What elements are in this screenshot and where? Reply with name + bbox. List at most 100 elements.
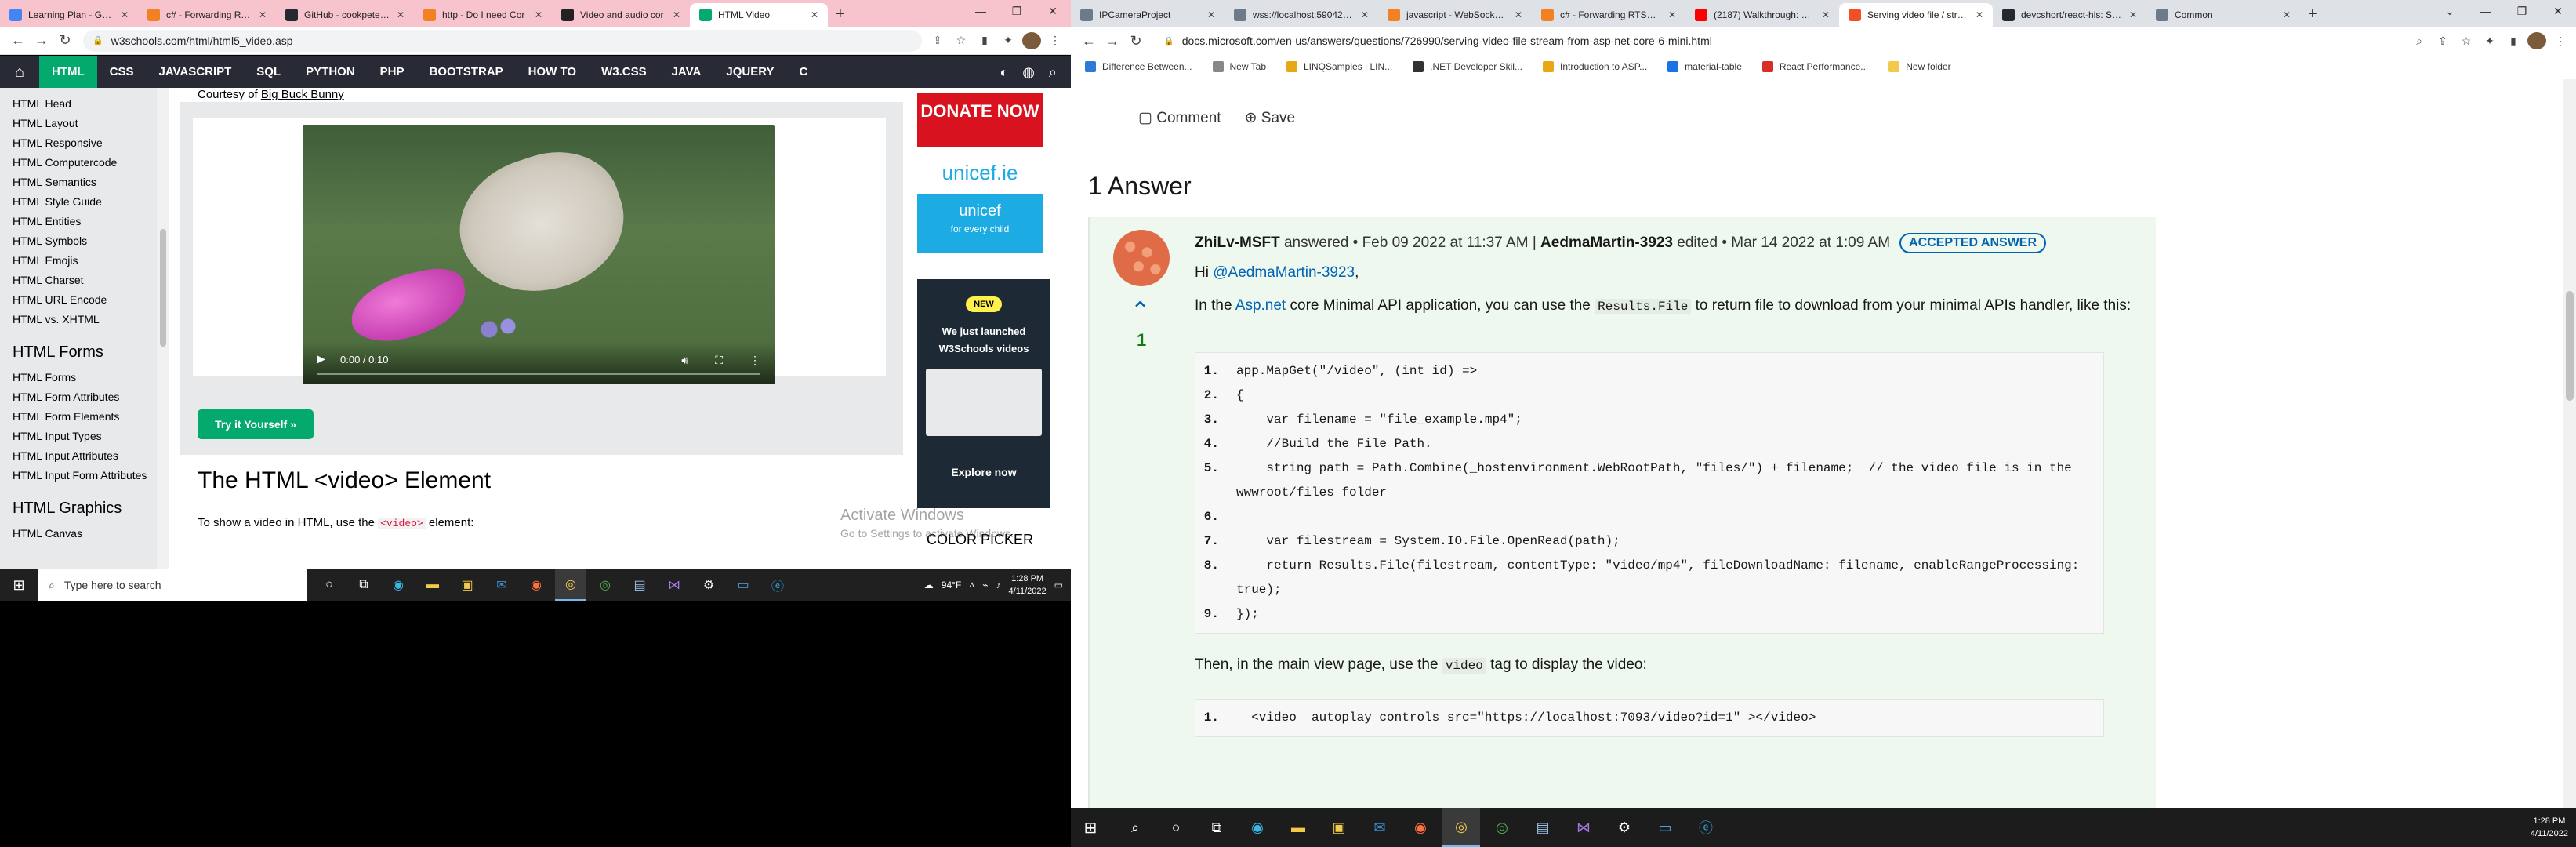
left-address-bar[interactable]: 🔒 w3schools.com/html/html5_video.asp bbox=[83, 29, 922, 52]
nav-item[interactable]: W3.CSS bbox=[589, 56, 659, 88]
sidebar-link[interactable]: HTML vs. XHTML bbox=[13, 310, 157, 329]
network-icon[interactable]: ⌁ bbox=[982, 580, 988, 591]
right-address-bar[interactable]: 🔒 docs.microsoft.com/en-us/answers/quest… bbox=[1154, 30, 2404, 52]
browser-tab[interactable]: Common ✕ bbox=[2146, 3, 2300, 27]
file-explorer-icon[interactable]: ▬ bbox=[1279, 808, 1317, 847]
back-icon[interactable]: ← bbox=[1077, 33, 1101, 49]
search-icon[interactable]: ⌕ bbox=[1049, 64, 1057, 81]
scrollbar-thumb[interactable] bbox=[160, 229, 166, 347]
page-scrollbar[interactable] bbox=[2563, 79, 2576, 808]
home-icon[interactable]: ⌂ bbox=[0, 64, 39, 82]
chrome-icon[interactable]: ◎ bbox=[555, 569, 586, 601]
browser-tab[interactable]: GitHub - cookpete/re ✕ bbox=[276, 3, 414, 27]
settings-icon[interactable]: ⚙ bbox=[1605, 808, 1643, 847]
star-icon[interactable]: ☆ bbox=[2457, 35, 2476, 48]
extensions-icon[interactable]: ✦ bbox=[2480, 35, 2499, 48]
tab-close-icon[interactable]: ✕ bbox=[397, 9, 405, 20]
browser-tab[interactable]: c# - Forwarding RTSP ✕ bbox=[138, 3, 276, 27]
close-window-icon[interactable]: ✕ bbox=[2540, 0, 2576, 24]
sidebar-link[interactable]: HTML Input Form Attributes bbox=[13, 466, 157, 485]
sidebar-link[interactable]: HTML Style Guide bbox=[13, 192, 157, 212]
nav-item[interactable]: HOW TO bbox=[516, 56, 589, 88]
forward-icon[interactable]: → bbox=[30, 32, 53, 49]
search-icon[interactable]: ⌕ bbox=[1116, 808, 1154, 847]
unicef-banner[interactable]: unicef for every child bbox=[917, 194, 1043, 253]
edge-icon[interactable]: ◉ bbox=[1239, 808, 1276, 847]
chrome-alt-icon[interactable]: ◎ bbox=[1483, 808, 1521, 847]
nav-item[interactable]: PYTHON bbox=[293, 56, 368, 88]
bookmark-item[interactable]: Difference Between... bbox=[1085, 60, 1192, 72]
sidebar-link[interactable]: HTML Responsive bbox=[13, 133, 157, 153]
minimize-icon[interactable]: — bbox=[963, 0, 999, 24]
sidebar-scrollbar[interactable] bbox=[157, 88, 169, 571]
save-button[interactable]: ⊕ Save bbox=[1245, 109, 1296, 127]
sidebar-link[interactable]: HTML Forms bbox=[13, 368, 157, 387]
tab-close-icon[interactable]: ✕ bbox=[121, 9, 129, 20]
w3-video-ad[interactable]: NEW We just launched W3Schools videos Ex… bbox=[917, 279, 1050, 508]
menu-icon[interactable]: ⋮ bbox=[2551, 35, 2570, 48]
tab-close-icon[interactable]: ✕ bbox=[1668, 9, 1676, 20]
sidebar-link[interactable]: HTML URL Encode bbox=[13, 290, 157, 310]
volume-tray-icon[interactable]: ♪ bbox=[996, 580, 1001, 591]
weather-temp[interactable]: 94°F bbox=[942, 580, 961, 591]
share-icon[interactable]: ⇪ bbox=[928, 34, 947, 47]
forward-icon[interactable]: → bbox=[1101, 33, 1124, 49]
reload-icon[interactable]: ↻ bbox=[53, 32, 77, 49]
globe-icon[interactable]: ◍ bbox=[1022, 64, 1035, 81]
donate-banner[interactable]: DONATE NOW bbox=[917, 93, 1043, 147]
windows-start-icon[interactable]: ⊞ bbox=[0, 577, 38, 594]
edge-icon[interactable]: ◉ bbox=[383, 569, 414, 601]
volume-icon[interactable]: 🔊︎ bbox=[681, 354, 688, 367]
nav-item[interactable]: JQUERY bbox=[713, 56, 786, 88]
upvote-icon[interactable]: ⌃ bbox=[1130, 297, 1150, 325]
unicef-logo[interactable]: unicef.ie bbox=[917, 157, 1043, 188]
fullscreen-icon[interactable]: ⛶ bbox=[715, 354, 723, 367]
scrollbar-thumb[interactable] bbox=[2566, 291, 2574, 401]
bookmark-item[interactable]: .NET Developer Skil... bbox=[1413, 60, 1522, 72]
notepad-icon[interactable]: ▤ bbox=[1524, 808, 1562, 847]
sidebar-link[interactable]: HTML Form Elements bbox=[13, 407, 157, 427]
notifications-icon[interactable]: ▭ bbox=[1054, 580, 1063, 591]
bookmark-item[interactable]: Introduction to ASP... bbox=[1542, 60, 1647, 72]
play-icon[interactable]: ▶ bbox=[317, 352, 325, 365]
visual-studio-icon[interactable]: ⋈ bbox=[659, 569, 690, 601]
sidebar-link[interactable]: HTML Computercode bbox=[13, 153, 157, 173]
sidebar-link[interactable]: HTML Head bbox=[13, 94, 157, 114]
nav-item[interactable]: C bbox=[787, 56, 821, 88]
nav-item[interactable]: CSS bbox=[97, 56, 147, 88]
zoom-icon[interactable]: ⌕ bbox=[2410, 35, 2429, 48]
task-view-icon[interactable]: ⧉ bbox=[348, 569, 379, 601]
profile-avatar[interactable] bbox=[2527, 32, 2546, 49]
windows-start-icon[interactable]: ⊞ bbox=[1071, 818, 1110, 838]
browser-tab[interactable]: javascript - WebSocket co ✕ bbox=[1378, 3, 1532, 27]
weather-icon[interactable]: ☁ bbox=[924, 580, 934, 591]
cortana-icon[interactable]: ○ bbox=[314, 569, 345, 601]
tab-close-icon[interactable]: ✕ bbox=[259, 9, 267, 20]
task-view-icon[interactable]: ⧉ bbox=[1198, 808, 1235, 847]
firefox-icon[interactable]: ◉ bbox=[1402, 808, 1439, 847]
mail-icon[interactable]: ✉ bbox=[1361, 808, 1399, 847]
tab-close-icon[interactable]: ✕ bbox=[673, 9, 680, 20]
browser-tab[interactable]: Serving video file / stream ✕ bbox=[1839, 3, 1993, 27]
profile-avatar[interactable] bbox=[1022, 31, 1041, 49]
back-icon[interactable]: ← bbox=[6, 32, 30, 49]
comment-button[interactable]: ▢ Comment bbox=[1138, 109, 1221, 127]
nav-item[interactable]: HTML bbox=[39, 56, 97, 88]
share-icon[interactable]: ⇪ bbox=[2433, 35, 2452, 48]
bookmark-item[interactable]: LINQSamples | LIN... bbox=[1286, 60, 1392, 72]
tab-close-icon[interactable]: ✕ bbox=[1976, 9, 1983, 20]
ie-icon[interactable]: ⓔ bbox=[1687, 808, 1725, 847]
sidebar-link[interactable]: HTML Emojis bbox=[13, 251, 157, 271]
mail-icon[interactable]: ✉ bbox=[486, 569, 517, 601]
extensions-icon[interactable]: ✦ bbox=[999, 34, 1018, 47]
browser-tab[interactable]: (2187) Walkthrough: How ✕ bbox=[1685, 3, 1839, 27]
sidepanel-icon[interactable]: ▮ bbox=[975, 34, 994, 47]
firefox-icon[interactable]: ◉ bbox=[521, 569, 552, 601]
answer-editor[interactable]: AedmaMartin-3923 bbox=[1540, 234, 1673, 252]
sidepanel-icon[interactable]: ▮ bbox=[2504, 35, 2523, 48]
nav-item[interactable]: BOOTSTRAP bbox=[417, 56, 516, 88]
tab-close-icon[interactable]: ✕ bbox=[1515, 9, 1522, 20]
browser-tab[interactable]: http - Do I need Cor ✕ bbox=[414, 3, 552, 27]
notepad-icon[interactable]: ▤ bbox=[624, 569, 655, 601]
tab-close-icon[interactable]: ✕ bbox=[811, 9, 818, 20]
